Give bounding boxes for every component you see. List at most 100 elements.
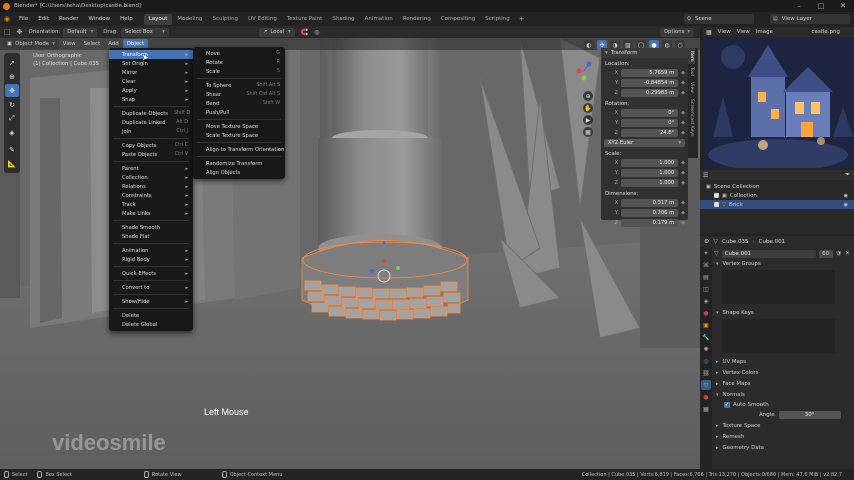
outliner-item-brick[interactable]: ▽ Brick ◉ xyxy=(700,200,854,209)
menu-item-mirror[interactable]: Mirror ▸ xyxy=(109,68,193,77)
menu-item-paste-objects[interactable]: Paste Objects Ctrl V xyxy=(109,150,193,159)
keyframe-dot-icon[interactable]: ◆ xyxy=(681,210,685,216)
scale-z-field[interactable]: 1.000 xyxy=(621,179,679,187)
workspace-tab-rendering[interactable]: Rendering xyxy=(398,14,436,25)
visibility-icon[interactable]: ◐ xyxy=(584,40,594,50)
scale-y-field[interactable]: 1.000 xyxy=(621,169,679,177)
fake-user-icon[interactable]: 🛡 xyxy=(836,251,842,257)
menu-item-join[interactable]: Join Ctrl J xyxy=(109,127,193,136)
keyframe-dot-icon[interactable]: ◆ xyxy=(681,110,685,116)
vertex-groups-list[interactable] xyxy=(722,270,835,304)
menu-item-to-sphere[interactable]: To Sphere Shift Alt S xyxy=(193,81,285,90)
menu-item-show-hide[interactable]: Show/Hide ▸ xyxy=(109,297,193,306)
menu-item-quick-effects[interactable]: Quick Effects ▸ xyxy=(109,269,193,278)
menu-file[interactable]: File xyxy=(14,12,33,26)
rotate-tool-icon[interactable]: ↻ xyxy=(5,98,19,111)
view-layer-props-icon[interactable]: ◫ xyxy=(701,284,711,294)
menu-item-shade-flat[interactable]: Shade Flat xyxy=(109,232,193,241)
proportional-edit-icon[interactable]: ◎ xyxy=(314,29,319,36)
menu-item-rigid-body[interactable]: Rigid Body ▸ xyxy=(109,255,193,264)
sidebar-tab-view[interactable]: View xyxy=(688,79,695,96)
menu-item-align-objects[interactable]: Align Objects xyxy=(193,168,285,177)
menu-item-scale[interactable]: Scale S xyxy=(193,67,285,76)
transform-icon[interactable]: ✥ xyxy=(17,28,23,36)
image-menu-view-0[interactable]: View xyxy=(718,29,731,35)
location-y-field[interactable]: -0.84854 m xyxy=(621,79,679,87)
modifier-props-icon[interactable]: 🔧 xyxy=(701,332,711,342)
menu-item-relations[interactable]: Relations ▸ xyxy=(109,182,193,191)
render-props-icon[interactable]: ⌘ xyxy=(701,260,711,270)
workspace-tab-sculpting[interactable]: Sculpting xyxy=(207,14,243,25)
transform-panel-header[interactable]: ▾ Transform xyxy=(601,48,688,58)
menu-item-snap[interactable]: Snap ▸ xyxy=(109,95,193,104)
viewport-menu-select[interactable]: Select xyxy=(80,39,105,49)
image-menu-view-1[interactable]: View xyxy=(737,29,750,35)
keyframe-dot-icon[interactable]: ◆ xyxy=(681,70,685,76)
transform-tool-icon[interactable]: ◈ xyxy=(5,126,19,139)
object-props-icon[interactable]: ▣ xyxy=(701,320,711,330)
menu-item-copy-objects[interactable]: Copy Objects Ctrl C xyxy=(109,141,193,150)
minimize-button[interactable]: – xyxy=(788,0,810,12)
drag-dropdown[interactable]: Select Box ▾ xyxy=(120,27,169,37)
workspace-tab-uv-editing[interactable]: UV Editing xyxy=(243,14,282,25)
menu-item-bend[interactable]: Bend Shift W xyxy=(193,99,285,108)
angle-field[interactable]: 30° xyxy=(778,411,841,419)
unlink-icon[interactable]: ✕ xyxy=(845,250,850,257)
menu-item-animation[interactable]: Animation ▸ xyxy=(109,246,193,255)
menu-item-duplicate-linked[interactable]: Duplicate Linked Alt D xyxy=(109,118,193,127)
workspace-tab-animation[interactable]: Animation xyxy=(360,14,398,25)
panel-face-maps[interactable]: ▸ Face Maps xyxy=(714,378,850,389)
keyframe-dot-icon[interactable]: ◆ xyxy=(681,180,685,186)
menu-item-clear[interactable]: Clear ▸ xyxy=(109,77,193,86)
panel-shape-keys[interactable]: ▾ Shape Keys xyxy=(714,307,850,318)
menu-item-apply[interactable]: Apply ▸ xyxy=(109,86,193,95)
keyframe-dot-icon[interactable]: ◆ xyxy=(681,200,685,206)
cursor-tool-icon[interactable]: ⊕ xyxy=(5,70,19,83)
menu-item-shear[interactable]: Shear Shift Ctrl Alt S xyxy=(193,90,285,99)
menu-item-scale-texture-space[interactable]: Scale Texture Space xyxy=(193,131,285,140)
menu-item-convert-to[interactable]: Convert to ▸ xyxy=(109,283,193,292)
menu-item-delete-global[interactable]: Delete Global xyxy=(109,320,193,329)
menu-render[interactable]: Render xyxy=(54,12,84,26)
menu-item-shade-smooth[interactable]: Shade Smooth xyxy=(109,223,193,232)
collection-checkbox[interactable] xyxy=(714,193,719,198)
keyframe-dot-icon[interactable]: ◆ xyxy=(681,170,685,176)
menu-item-constraints[interactable]: Constraints ▸ xyxy=(109,191,193,200)
viewport-menu-view[interactable]: View xyxy=(59,39,80,49)
panel-geometry-data[interactable]: ▸ Geometry Data xyxy=(714,442,850,453)
collection-checkbox[interactable] xyxy=(714,202,719,207)
close-button[interactable]: ✕ xyxy=(832,0,854,12)
dimensions-y-field[interactable]: 0.206 m xyxy=(621,209,679,217)
tool-settings-icon[interactable]: ✦ xyxy=(701,248,711,258)
material-props-icon[interactable]: ● xyxy=(701,392,711,402)
menu-window[interactable]: Window xyxy=(83,12,115,26)
keyframe-dot-icon[interactable]: ◆ xyxy=(681,80,685,86)
rotation-mode-dropdown[interactable]: XYZ Euler ▾ xyxy=(604,139,685,147)
location-x-field[interactable]: 5.7659 m xyxy=(621,69,679,77)
sidebar-tab-tool[interactable]: Tool xyxy=(688,64,695,79)
visibility-eye-icon[interactable]: ◉ xyxy=(844,202,848,208)
menu-item-duplicate-objects[interactable]: Duplicate Objects Shift D xyxy=(109,109,193,118)
rotation-y-field[interactable]: 0° xyxy=(621,119,679,127)
users-count[interactable]: 60 xyxy=(818,249,833,258)
menu-item-parent[interactable]: Parent ▸ xyxy=(109,164,193,173)
menu-item-make-links[interactable]: Make Links ▸ xyxy=(109,209,193,218)
filter-icon[interactable]: ⏷ xyxy=(845,171,850,179)
world-props-icon[interactable]: ● xyxy=(701,308,711,318)
panel-vertex-colors[interactable]: ▸ Vertex Colors xyxy=(714,367,850,378)
menu-item-transform[interactable]: Transform ▸ xyxy=(109,50,193,59)
maximize-button[interactable]: □ xyxy=(810,0,832,12)
keyframe-dot-icon[interactable]: ◆ xyxy=(681,130,685,136)
zoom-icon[interactable]: ⊕ xyxy=(583,91,593,101)
outliner-item-scene-collection[interactable]: ▣ Scene Collection xyxy=(700,182,854,191)
properties-icon[interactable]: ⚙ xyxy=(704,238,709,245)
auto-smooth-checkbox[interactable]: ✓ xyxy=(724,402,730,408)
menu-edit[interactable]: Edit xyxy=(33,12,54,26)
workspace-tab-texture-paint[interactable]: Texture Paint xyxy=(282,14,328,25)
image-menu-image-2[interactable]: Image xyxy=(756,29,773,35)
panel-texture-space[interactable]: ▸ Texture Space xyxy=(714,420,850,431)
scale-tool-icon[interactable]: ⤢ xyxy=(5,112,19,125)
snap-icon[interactable]: 🧲 xyxy=(301,29,308,36)
menu-item-track[interactable]: Track ▸ xyxy=(109,200,193,209)
panel-remesh[interactable]: ▸ Remesh xyxy=(714,431,850,442)
